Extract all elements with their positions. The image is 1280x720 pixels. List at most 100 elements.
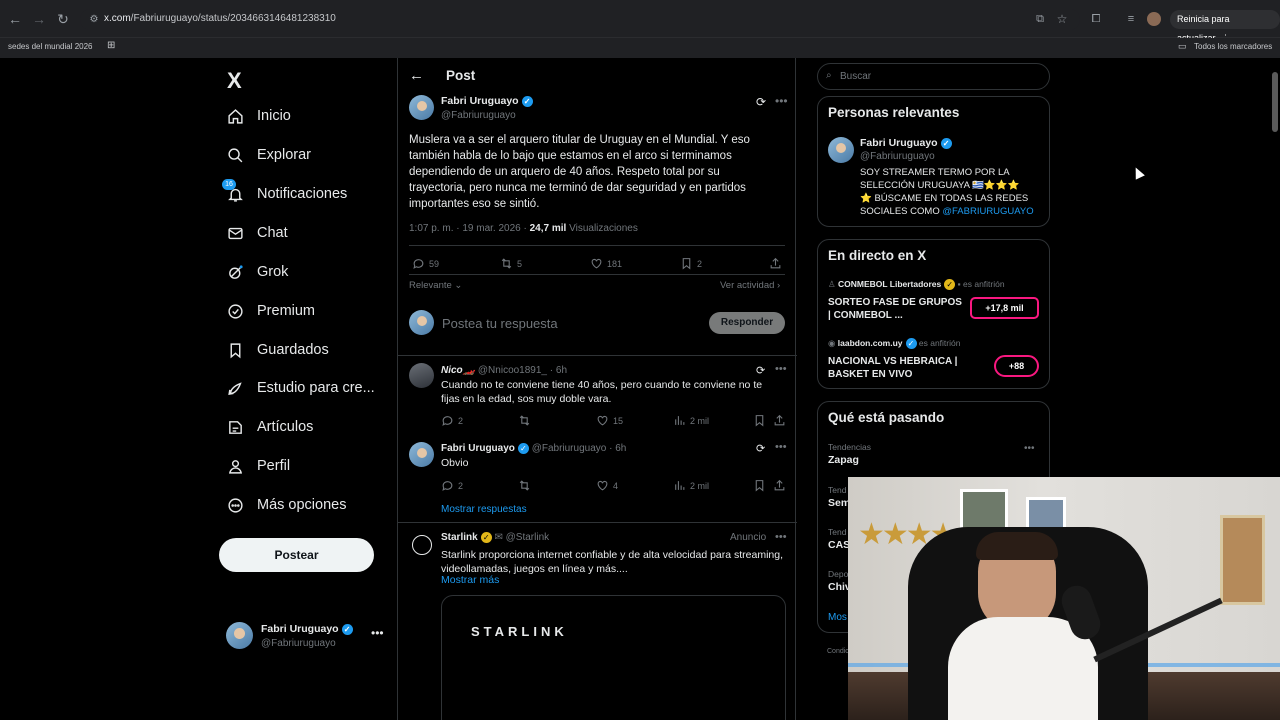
show-replies-link[interactable]: Mostrar respuestas <box>441 504 527 515</box>
grok-explain-icon[interactable]: ⟳ <box>756 442 765 455</box>
nav-item-guardados[interactable]: Guardados <box>226 338 329 362</box>
grok-explain-icon[interactable]: ⟳ <box>756 364 765 377</box>
footer-links[interactable]: Condic <box>827 648 849 655</box>
like-button[interactable]: 15 <box>596 414 623 427</box>
grok-explain-icon[interactable]: ⟳ <box>756 95 766 109</box>
author-name[interactable]: Fabri Uruguayo ✓ <box>441 95 533 107</box>
more-dots-icon[interactable]: ••• <box>775 441 787 453</box>
bookmark-button[interactable]: 2 <box>680 257 702 270</box>
post-button[interactable]: Postear <box>219 538 374 572</box>
reply-author[interactable]: Fabri Uruguayo ✓ @Fabriuruguayo · 6h <box>441 443 626 454</box>
bookmark-button[interactable] <box>753 479 766 492</box>
more-dots-icon[interactable]: ••• <box>371 626 384 640</box>
repost-button[interactable] <box>518 414 531 427</box>
nav-item-chat[interactable]: Chat <box>226 221 288 245</box>
scrollbar-thumb[interactable] <box>1272 72 1278 132</box>
views-button[interactable]: 2 mil <box>673 479 709 492</box>
search-placeholder: Buscar <box>840 71 872 82</box>
reload-icon[interactable]: ↻ <box>55 11 71 27</box>
address-bar[interactable]: ⚙ x.com/Fabriuruguayo/status/20346631464… <box>80 9 1080 30</box>
nav-label: Chat <box>257 225 288 241</box>
verified-gold-icon: ✓ <box>480 532 492 543</box>
repost-icon <box>519 480 530 491</box>
share-icon <box>774 479 785 491</box>
ad-media[interactable]: STARLINK <box>441 595 786 720</box>
nav-item-grok[interactable]: Grok <box>226 260 288 284</box>
reply-button[interactable]: 59 <box>412 257 439 270</box>
more-dots-icon[interactable]: ••• <box>775 94 788 108</box>
card-title: Personas relevantes <box>828 105 960 120</box>
nav-item-inicio[interactable]: Inicio <box>226 104 291 128</box>
avatar[interactable] <box>409 95 434 120</box>
nav-item-articulos[interactable]: Artículos <box>226 415 313 439</box>
reply-input[interactable]: Postea tu respuesta <box>442 316 558 331</box>
all-bookmarks-link[interactable]: Todos los marcadores <box>1194 42 1272 51</box>
main-column: ← Post Fabri Uruguayo ✓ @Fabriuruguayo ⟳ … <box>397 58 797 720</box>
x-logo-icon[interactable]: X <box>227 68 242 94</box>
reply-button[interactable]: 2 <box>441 414 463 427</box>
profile-avatar[interactable] <box>1147 12 1161 26</box>
avatar <box>226 622 253 649</box>
share-button[interactable] <box>773 479 786 492</box>
forward-arrow-icon[interactable]: → <box>31 11 47 27</box>
show-more-link[interactable]: Mos <box>828 612 847 623</box>
live-host: ♙ CONMEBOL Libertadores ✓ ▪ es anfitrión <box>828 279 1005 291</box>
person-icon <box>226 457 244 475</box>
heart-icon <box>591 258 602 269</box>
nav-item-explorar[interactable]: Explorar <box>226 143 311 167</box>
mail-icon <box>226 224 244 242</box>
nav-item-perfil[interactable]: Perfil <box>226 454 290 478</box>
person-name[interactable]: Fabri Uruguayo ✓ <box>860 137 952 149</box>
more-circle-icon <box>226 496 244 514</box>
more-dots-icon[interactable]: ••• <box>775 363 787 375</box>
repost-button[interactable] <box>518 479 531 492</box>
bio-mention-link[interactable]: @FABRIURUGUAYO <box>942 206 1033 217</box>
share-button[interactable] <box>773 414 786 427</box>
back-arrow-icon[interactable]: ← <box>7 11 23 27</box>
more-dots-icon[interactable]: ••• <box>1024 443 1035 454</box>
trend-name[interactable]: CAS <box>828 539 850 551</box>
account-switcher[interactable]: Fabri Uruguayo ✓ @Fabriuruguayo ••• <box>226 620 386 654</box>
like-button[interactable]: 181 <box>590 257 622 270</box>
author-handle[interactable]: @Fabriuruguayo <box>441 110 516 121</box>
trend-name[interactable]: Zapag <box>828 454 859 466</box>
starlink-logo-icon[interactable] <box>412 535 432 555</box>
nav-item-mas-opciones[interactable]: Más opciones <box>226 493 346 517</box>
reply-button[interactable]: 2 <box>441 479 463 492</box>
nav-label: Estudio para cre... <box>257 380 375 396</box>
update-button[interactable]: Reinicia para actualizar ⋮ <box>1170 10 1280 43</box>
nav-item-premium[interactable]: Premium <box>226 299 315 323</box>
site-info-icon[interactable]: ⚙ <box>86 12 102 28</box>
back-arrow-icon[interactable]: ← <box>409 67 424 84</box>
more-dots-icon[interactable]: ••• <box>775 531 787 543</box>
avatar[interactable] <box>409 363 434 388</box>
show-more-link[interactable]: Mostrar más <box>441 574 499 586</box>
star-icon[interactable]: ☆ <box>1054 11 1070 27</box>
nav-item-notificaciones[interactable]: 16 Notificaciones <box>222 179 347 206</box>
search-icon <box>226 146 244 164</box>
bookmarks-bar: sedes del mundial 2026 ⊞ ▭ Todos los mar… <box>0 38 1280 58</box>
sort-dropdown[interactable]: Relevante ⌄ <box>409 280 462 291</box>
views-button[interactable]: 2 mil <box>673 414 709 427</box>
heart-icon <box>597 480 608 491</box>
reply-submit-button[interactable]: Responder <box>709 312 785 334</box>
person-handle[interactable]: @Fabriuruguayo <box>860 151 935 162</box>
nav-item-estudio[interactable]: Estudio para cre... <box>226 376 375 400</box>
extensions-icon[interactable]: ⧠ <box>1088 11 1104 27</box>
install-app-icon[interactable]: ⧉ <box>1032 11 1048 27</box>
avatar[interactable] <box>409 442 434 467</box>
see-activity-link[interactable]: Ver actividad › <box>720 280 780 291</box>
reply-author[interactable]: Nico🏎️ @Nnicoo1891_ · 6h <box>441 365 567 376</box>
media-icon[interactable]: ≡ <box>1123 11 1139 27</box>
like-button[interactable]: 4 <box>596 479 618 492</box>
bookmark-button[interactable] <box>753 414 766 427</box>
reply-text: Cuando no te conviene tiene 40 años, per… <box>441 379 763 405</box>
bookmark-item[interactable]: sedes del mundial 2026 <box>8 42 93 51</box>
trend-name[interactable]: Sem <box>828 497 850 509</box>
search-box[interactable]: ⌕ Buscar <box>817 63 1050 90</box>
repost-button[interactable]: 5 <box>500 257 522 270</box>
ad-author[interactable]: Starlink ✓ ✉ @Starlink <box>441 532 549 543</box>
share-button[interactable] <box>769 257 782 270</box>
avatar[interactable] <box>828 137 854 163</box>
apps-grid-icon[interactable]: ⊞ <box>107 40 115 51</box>
